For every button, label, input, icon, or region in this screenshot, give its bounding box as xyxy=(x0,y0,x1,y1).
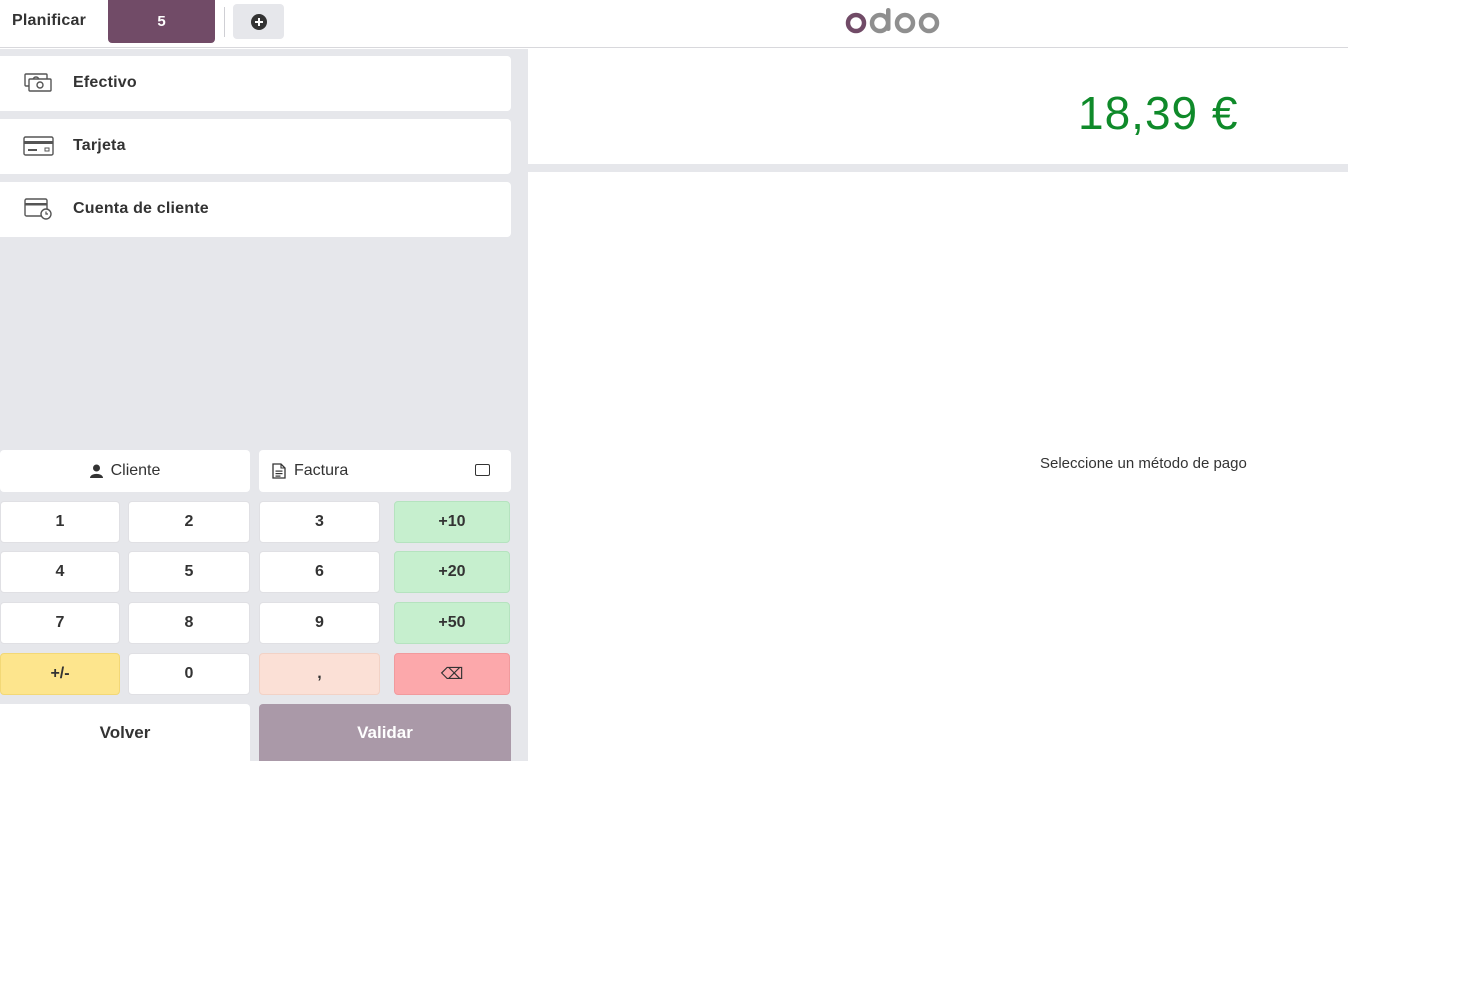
numpad-key-4[interactable]: 4 xyxy=(0,551,120,593)
validate-button[interactable]: Validar xyxy=(259,704,511,761)
payment-method-label: Efectivo xyxy=(73,74,137,91)
numpad-key-9[interactable]: 9 xyxy=(259,602,380,644)
numpad-key-8[interactable]: 8 xyxy=(128,602,250,644)
customer-label: Cliente xyxy=(110,462,161,479)
numpad-key-1[interactable]: 1 xyxy=(0,501,120,543)
numpad-key-3[interactable]: 3 xyxy=(259,501,380,543)
numpad-key-plus50[interactable]: +50 xyxy=(394,602,510,644)
order-tab-active[interactable]: 5 xyxy=(108,0,215,43)
divider xyxy=(224,7,225,37)
amount-separator xyxy=(528,164,1348,172)
invoice-checkbox[interactable] xyxy=(475,464,490,476)
numpad-key-2[interactable]: 2 xyxy=(128,501,250,543)
plan-floor-button[interactable]: Planificar xyxy=(12,12,86,30)
top-bar: Planificar 5 xyxy=(0,0,1348,48)
payment-method-customer-account[interactable]: Cuenta de cliente xyxy=(0,182,511,237)
numpad-key-decimal[interactable]: , xyxy=(259,653,380,695)
numpad-key-5[interactable]: 5 xyxy=(128,551,250,593)
card-icon xyxy=(23,136,54,156)
amount-due: 18,39 € xyxy=(1078,87,1239,139)
numpad-key-0[interactable]: 0 xyxy=(128,653,250,695)
invoice-label: Factura xyxy=(294,462,349,479)
numpad-key-7[interactable]: 7 xyxy=(0,602,120,644)
payment-method-cash[interactable]: Efectivo xyxy=(0,56,511,111)
panel-gap xyxy=(511,49,528,761)
odoo-logo xyxy=(845,8,940,34)
select-payment-hint: Seleccione un método de pago xyxy=(1040,455,1247,472)
new-order-button[interactable] xyxy=(233,4,284,39)
user-icon xyxy=(89,464,103,478)
document-icon xyxy=(272,463,286,479)
customer-button[interactable]: Cliente xyxy=(0,450,250,492)
plus-circle-icon xyxy=(250,13,267,30)
numpad-key-6[interactable]: 6 xyxy=(259,551,380,593)
cash-icon xyxy=(24,73,52,92)
customer-account-icon xyxy=(24,198,52,220)
payment-method-label: Cuenta de cliente xyxy=(73,200,209,217)
numpad-key-plus10[interactable]: +10 xyxy=(394,501,510,543)
back-button[interactable]: Volver xyxy=(0,704,250,761)
invoice-toggle[interactable]: Factura xyxy=(259,450,511,492)
numpad-key-sign[interactable]: +/- xyxy=(0,653,120,695)
numpad-key-backspace[interactable]: ⌫ xyxy=(394,653,510,695)
payment-method-card[interactable]: Tarjeta xyxy=(0,119,511,174)
numpad-key-plus20[interactable]: +20 xyxy=(394,551,510,593)
pos-payment-screen: Planificar 5 Efectivo Tarjeta Cuenta de … xyxy=(0,0,1348,761)
payment-method-label: Tarjeta xyxy=(73,137,126,154)
